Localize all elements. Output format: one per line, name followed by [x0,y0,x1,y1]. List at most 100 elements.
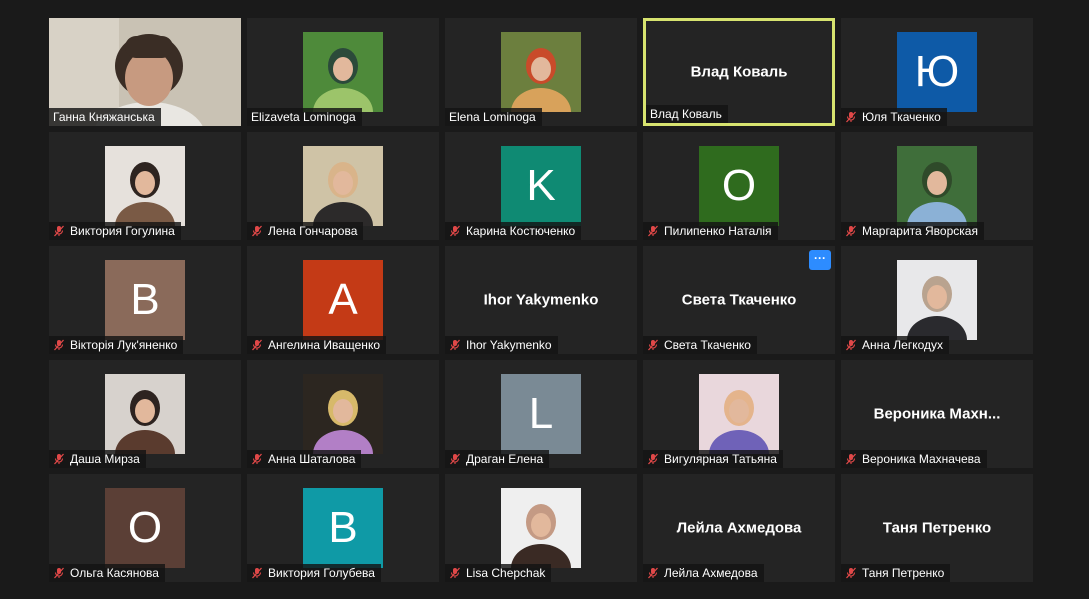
participant-name: Таня Петренко [862,566,945,580]
participant-display-name: Света Ткаченко [681,291,797,309]
avatar-initial: Ю [914,47,960,96]
participant-avatar: Ю [897,32,977,112]
participant-tile[interactable]: Лена Гончарова [247,132,439,240]
participant-display-name: Влад Коваль [690,63,788,81]
participant-tile[interactable]: Маргарита Яворская [841,132,1033,240]
participant-name: Elizaveta Lominoga [251,110,356,124]
participant-tile[interactable]: B Вікторія Лук'яненко [49,246,241,354]
participant-tile[interactable]: Лейла Ахмедова Лейла Ахмедова [643,474,835,582]
participant-tile[interactable]: Ihor Yakymenko Ihor Yakymenko [445,246,637,354]
participant-name-tag: Elizaveta Lominoga [247,108,362,126]
participant-avatar: B [105,260,185,340]
participant-tile[interactable]: L Драган Елена [445,360,637,468]
participant-name-tag: Влад Коваль [646,105,728,123]
participant-name: Анна Шаталова [268,452,356,466]
participant-name-tag: Пилипенко Наталія [643,222,778,240]
microphone-muted-icon [54,453,64,465]
avatar-initial: O [127,503,163,552]
participant-tile[interactable]: Влад Коваль Влад Коваль [643,18,835,126]
participant-name: Влад Коваль [650,107,722,121]
participant-photo [897,260,977,340]
participant-photo [303,32,383,112]
participant-tile[interactable]: Таня Петренко Таня Петренко [841,474,1033,582]
participant-tile[interactable]: O Пилипенко Наталія [643,132,835,240]
participant-name-tag: Лена Гончарова [247,222,364,240]
participant-name: Лейла Ахмедова [664,566,758,580]
participant-name: Юля Ткаченко [862,110,941,124]
participant-name-tag: Виктория Гогулина [49,222,181,240]
participant-photo [501,32,581,112]
avatar-initial: B [328,503,358,552]
participant-name: Ганна Княжанська [53,110,155,124]
microphone-muted-icon [846,339,856,351]
participant-name-tag: Вероника Махначева [841,450,987,468]
avatar-initial: L [528,389,554,438]
participant-tile[interactable]: Света Ткаченко ··· Света Ткаченко [643,246,835,354]
participant-tile[interactable]: B Виктория Голубева [247,474,439,582]
participant-tile[interactable]: Lisa Chepchak [445,474,637,582]
participant-name-tag: Виктория Голубева [247,564,381,582]
participant-name: Ангелина Иващенко [268,338,380,352]
participant-name-tag: Elena Lominoga [445,108,542,126]
participant-name-tag: Ангелина Иващенко [247,336,386,354]
participant-photo [303,146,383,226]
avatar-initial: K [526,161,556,210]
participant-name-tag: Даша Мирза [49,450,146,468]
microphone-muted-icon [648,225,658,237]
participant-name-tag: Света Ткаченко [643,336,757,354]
participant-name: Lisa Chepchak [466,566,546,580]
participant-name: Виктория Голубева [268,566,375,580]
participant-name-tag: Вікторія Лук'яненко [49,336,184,354]
avatar-initial: B [130,275,160,324]
participant-tile[interactable]: O Ольга Касянова [49,474,241,582]
participant-avatar: K [501,146,581,226]
participant-tile[interactable]: Ю Юля Ткаченко [841,18,1033,126]
participant-tile[interactable]: Анна Легкодух [841,246,1033,354]
microphone-muted-icon [846,225,856,237]
participant-avatar: B [303,488,383,568]
participant-photo [105,374,185,454]
participant-tile[interactable]: K Карина Костюченко [445,132,637,240]
participant-avatar: A [303,260,383,340]
microphone-muted-icon [54,225,64,237]
participant-name-tag: Карина Костюченко [445,222,582,240]
participant-name-tag: Ольга Касянова [49,564,165,582]
avatar-initial: A [328,275,358,324]
microphone-muted-icon [648,567,658,579]
microphone-muted-icon [252,225,262,237]
participant-name-tag: Юля Ткаченко [841,108,947,126]
participant-tile[interactable]: Даша Мирза [49,360,241,468]
participant-name: Вигулярная Татьяна [664,452,777,466]
participant-tile[interactable]: Elizaveta Lominoga [247,18,439,126]
microphone-muted-icon [252,567,262,579]
participant-tile[interactable]: Elena Lominoga [445,18,637,126]
participant-name: Ольга Касянова [70,566,159,580]
participant-name-tag: Анна Шаталова [247,450,362,468]
participant-tile[interactable]: Анна Шаталова [247,360,439,468]
microphone-muted-icon [648,453,658,465]
participant-photo [105,146,185,226]
participant-tile[interactable]: Виктория Гогулина [49,132,241,240]
participant-name-tag: Маргарита Яворская [841,222,984,240]
microphone-muted-icon [450,453,460,465]
participant-name: Ihor Yakymenko [466,338,552,352]
participant-name-tag: Ганна Княжанська [49,108,161,126]
participant-name-tag: Вигулярная Татьяна [643,450,783,468]
participant-grid: Ганна Княжанська Elizaveta Lominoga Elena … [0,0,1089,599]
participant-name-tag: Таня Петренко [841,564,951,582]
microphone-muted-icon [54,567,64,579]
participant-name-tag: Ihor Yakymenko [445,336,558,354]
microphone-muted-icon [450,567,460,579]
participant-name: Вікторія Лук'яненко [70,338,178,352]
participant-avatar: O [699,146,779,226]
participant-tile[interactable]: Ганна Княжанська [49,18,241,126]
participant-name: Лена Гончарова [268,224,358,238]
participant-tile[interactable]: Вероника Махн... Вероника Махначева [841,360,1033,468]
participant-name-tag: Анна Легкодух [841,336,949,354]
participant-avatar: O [105,488,185,568]
participant-tile[interactable]: A Ангелина Иващенко [247,246,439,354]
participant-tile[interactable]: Вигулярная Татьяна [643,360,835,468]
more-options-button[interactable]: ··· [809,250,831,270]
participant-name: Карина Костюченко [466,224,576,238]
participant-name-tag: Лейла Ахмедова [643,564,764,582]
